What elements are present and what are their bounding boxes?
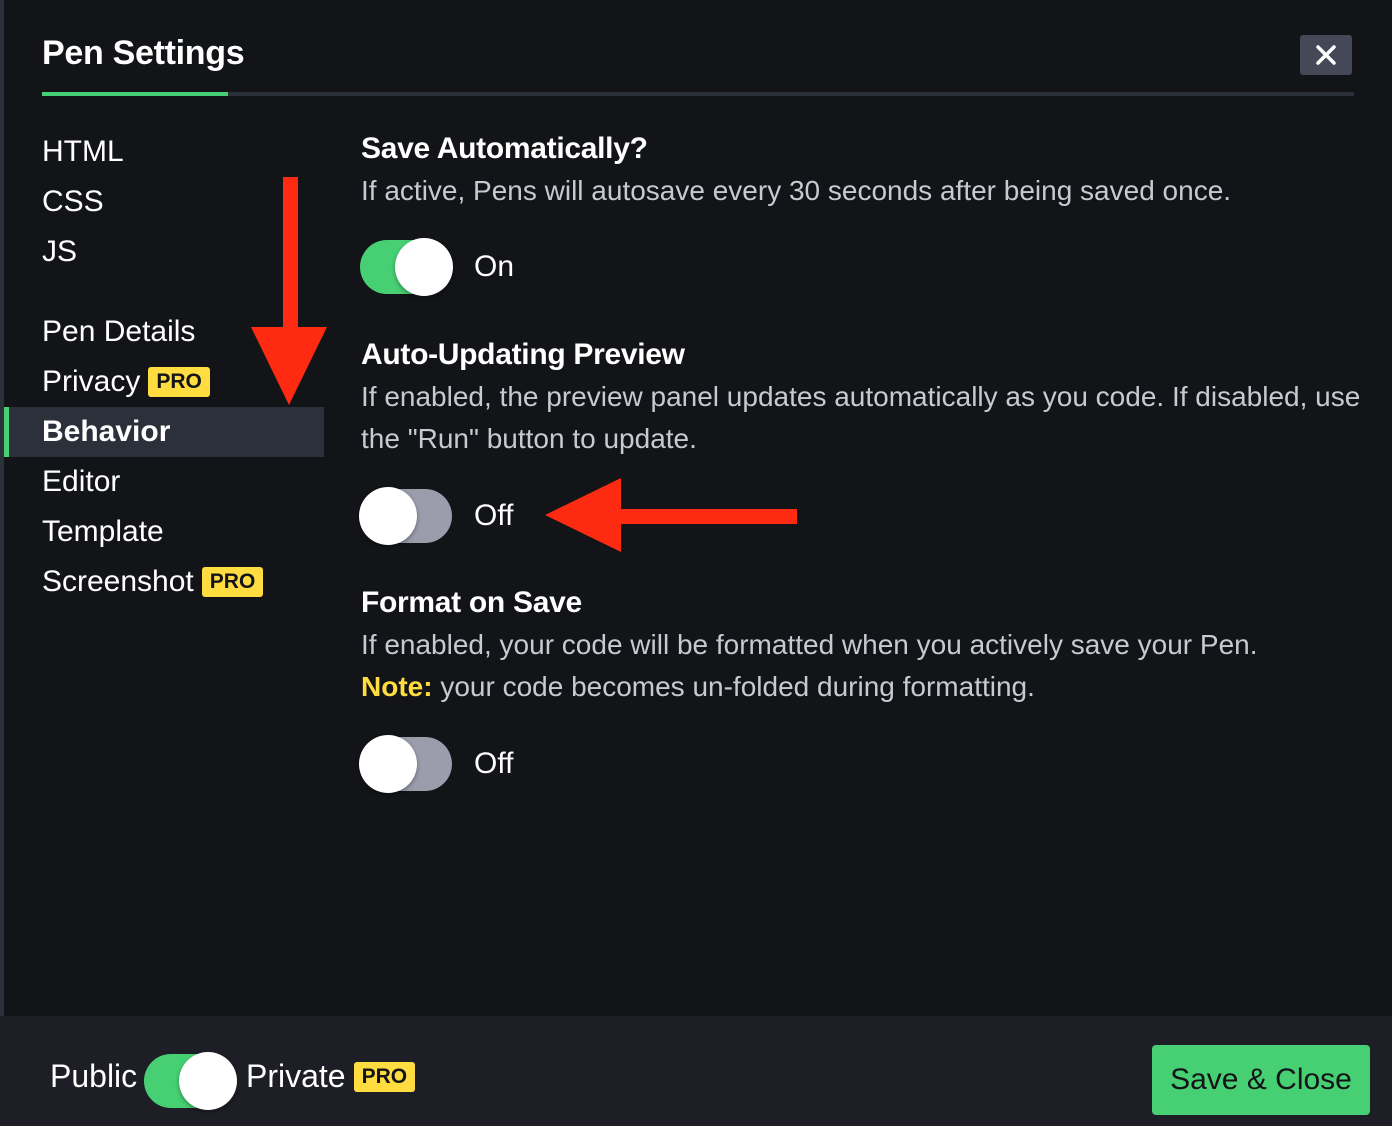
toggle-knob — [359, 735, 417, 793]
sidebar-item-label: Editor — [42, 465, 121, 498]
setting-format-on-save: Format on Save If enabled, your code wil… — [361, 586, 1361, 708]
close-icon — [1316, 45, 1336, 65]
setting-description: If enabled, the preview panel updates au… — [361, 381, 1361, 454]
preview-toggle-row: Off — [359, 486, 514, 546]
setting-description-text: If enabled, your code will be formatted … — [361, 629, 1258, 660]
private-option: Private PRO — [246, 1058, 416, 1095]
visibility-toggle-wrap — [144, 1052, 237, 1110]
sidebar-item-css[interactable]: CSS — [4, 177, 324, 227]
modal-footer: Public Private PRO Save & Close — [0, 1016, 1392, 1126]
visibility-toggle[interactable] — [144, 1052, 237, 1110]
arrow-left-red — [545, 478, 797, 552]
toggle-knob — [179, 1052, 237, 1110]
setting-title: Auto-Updating Preview — [361, 338, 685, 371]
sidebar-item-label: Behavior — [42, 415, 171, 448]
autosave-toggle[interactable] — [360, 238, 453, 296]
sidebar-item-privacy[interactable]: Privacy PRO — [4, 357, 324, 407]
sidebar-item-template[interactable]: Template — [4, 507, 324, 557]
close-button[interactable] — [1300, 35, 1352, 75]
pro-badge: PRO — [148, 367, 210, 397]
setting-title: Save Automatically? — [361, 132, 648, 165]
page-title: Pen Settings — [42, 34, 245, 72]
toggle-knob — [395, 238, 453, 296]
sidebar-item-label: Screenshot — [42, 565, 194, 598]
format-toggle-row: Off — [359, 734, 514, 794]
sidebar-item-screenshot[interactable]: Screenshot PRO — [4, 557, 324, 607]
title-rule — [42, 92, 1354, 96]
setting-description: If active, Pens will autosave every 30 s… — [361, 175, 1232, 206]
toggle-state-label: Off — [474, 499, 514, 532]
pro-badge: PRO — [201, 567, 264, 597]
sidebar-item-label: Pen Details — [42, 315, 196, 348]
sidebar-item-behavior[interactable]: Behavior — [4, 407, 324, 457]
sidebar-item-label: Privacy — [42, 365, 141, 398]
sidebar-item-label: HTML — [42, 135, 124, 168]
setting-save-automatically: Save Automatically? If active, Pens will… — [361, 132, 1361, 212]
title-underline — [42, 92, 228, 96]
private-label: Private — [246, 1058, 346, 1094]
autosave-toggle-row: On — [360, 237, 514, 297]
pro-badge: PRO — [353, 1061, 416, 1092]
format-on-save-toggle[interactable] — [359, 735, 452, 793]
sidebar-item-pen-details[interactable]: Pen Details — [4, 307, 324, 357]
save-close-button[interactable]: Save & Close — [1152, 1045, 1370, 1115]
sidebar-item-label: JS — [42, 235, 78, 268]
sidebar-item-label: Template — [42, 515, 164, 548]
sidebar-item-editor[interactable]: Editor — [4, 457, 324, 507]
public-label: Public — [50, 1058, 138, 1094]
setting-description: If enabled, your code will be formatted … — [361, 624, 1361, 708]
pen-settings-modal: Pen Settings HTML CSS JS Pen Details Pri… — [0, 0, 1392, 1126]
sidebar-item-html[interactable]: HTML — [4, 127, 324, 177]
auto-preview-toggle[interactable] — [359, 487, 452, 545]
note-text: your code becomes un-folded during forma… — [440, 671, 1035, 702]
sidebar-item-label: CSS — [42, 185, 104, 218]
setting-title: Format on Save — [361, 586, 582, 619]
setting-auto-updating-preview: Auto-Updating Preview If enabled, the pr… — [361, 338, 1361, 460]
toggle-knob — [359, 487, 417, 545]
note-label: Note: — [361, 671, 433, 702]
sidebar-item-js[interactable]: JS — [4, 227, 324, 277]
toggle-state-label: On — [474, 250, 515, 283]
toggle-state-label: Off — [474, 747, 514, 780]
